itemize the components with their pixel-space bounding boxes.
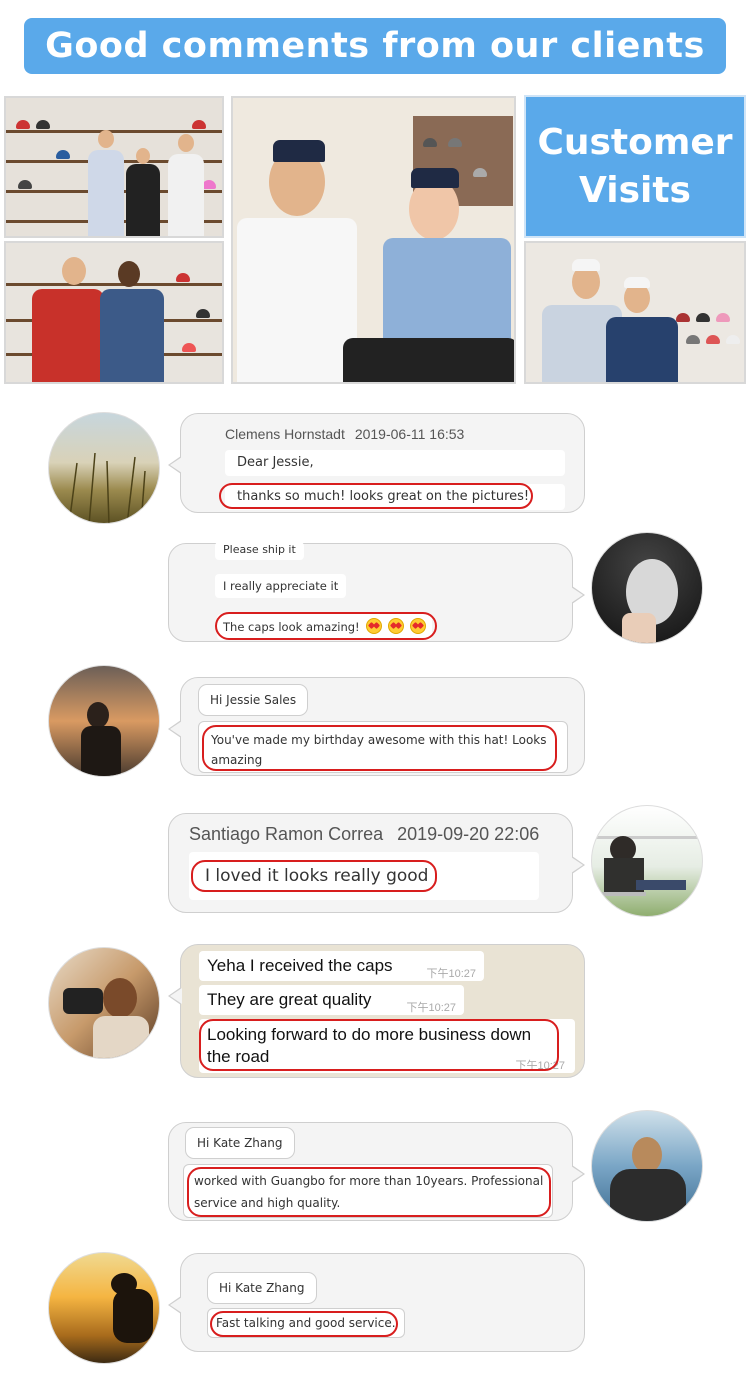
highlight-circle: [187, 1167, 551, 1217]
highlight-circle: [215, 612, 437, 640]
review-bubble: Clemens Hornstadt 2019-06-11 16:53 Dear J…: [168, 413, 585, 513]
greeting-chip: Hi Kate Zhang: [207, 1272, 317, 1304]
highlight-circle: [199, 1019, 559, 1071]
message-date: 2019-06-11 16:53: [354, 426, 465, 442]
message-text: I really appreciate it: [215, 574, 347, 598]
customer-visits-label: Customer Visits: [524, 95, 746, 238]
avatar: [48, 947, 160, 1059]
avatar: [48, 412, 160, 524]
message-text: They are great quality: [207, 990, 372, 1009]
review-bubble: Hi Jessie Sales You've made my birthday …: [168, 677, 585, 776]
customer-visit-photo-office: [4, 96, 224, 238]
review-bubble: Hi Kate Zhang worked with Guangbo for mo…: [168, 1122, 585, 1221]
message-text: Please ship it: [215, 542, 304, 560]
avatar: [48, 1252, 160, 1364]
chat-message: They are great quality 下午10:27: [199, 985, 464, 1015]
chat-message: Yeha I received the caps 下午10:27: [199, 951, 484, 981]
avatar: [591, 1110, 703, 1222]
review-bubble: Please ship it I really appreciate it Th…: [168, 542, 585, 642]
avatar: [591, 532, 703, 644]
avatar: [591, 805, 703, 917]
sender-name: Santiago Ramon Correa: [189, 824, 384, 844]
review-sender-line: Clemens Hornstadt 2019-06-11 16:53: [225, 426, 464, 442]
review-sender-line: Santiago Ramon Correa 2019-09-20 22:06: [189, 824, 539, 845]
message-text: Dear Jessie,: [225, 450, 565, 476]
customer-visits-line2: Visits: [579, 170, 691, 211]
highlight-circle: [191, 860, 437, 892]
customer-visit-photo-cap-showroom: [524, 241, 746, 384]
greeting-chip: Hi Kate Zhang: [185, 1127, 295, 1159]
grass-icon: [68, 452, 146, 523]
highlight-circle: [210, 1311, 398, 1337]
customer-visits-line1: Customer: [537, 122, 733, 163]
highlight-circle: [202, 725, 557, 771]
message-text: Yeha I received the caps: [207, 956, 393, 975]
review-bubble: Santiago Ramon Correa 2019-09-20 22:06 I …: [168, 813, 585, 913]
avatar: [48, 665, 160, 777]
customer-visit-photo-two-men: [4, 241, 224, 384]
sender-name: Clemens Hornstadt: [225, 426, 345, 442]
page: Good comments from our clients Customer …: [0, 0, 750, 1393]
greeting-chip: Hi Jessie Sales: [198, 684, 309, 716]
review-bubble: Hi Kate Zhang Fast talking and good serv…: [168, 1253, 585, 1352]
highlight-circle: [219, 483, 533, 509]
page-title-banner: Good comments from our clients: [24, 18, 726, 74]
customer-visit-photo-handshake: [231, 96, 516, 384]
review-bubble: Yeha I received the caps 下午10:27 They ar…: [168, 944, 585, 1078]
message-date: 2019-09-20 22:06: [397, 824, 540, 844]
